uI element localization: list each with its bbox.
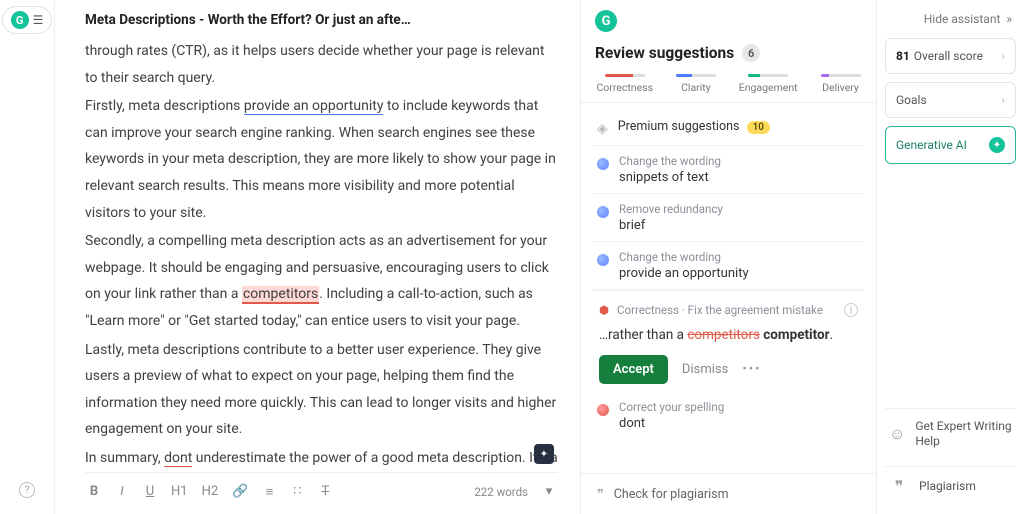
grammarly-logo-icon: G [11,11,29,29]
lightbulb-icon: ✦ [989,137,1005,153]
suggestions-count-badge: 6 [742,44,760,62]
focused-suggestion-card: ⬢ Correctness · Fix the agreement mistak… [593,290,864,392]
h1-button[interactable]: H1 [171,484,188,499]
chevron-right-icon: › [1001,93,1005,107]
link-button[interactable]: 🔗 [232,484,248,499]
diamond-icon: ◈ [597,121,608,137]
suggestion-item[interactable]: Correct your spellingdont [593,392,864,439]
clarity-dot-icon [597,254,609,266]
category-tabs: Correctness Clarity Engagement Delivery [581,74,876,103]
menu-icon: ☰ [33,13,44,27]
agreement-error-highlight[interactable]: competitors [242,286,319,304]
suggestions-panel: G Review suggestions 6 Correctness Clari… [580,0,876,514]
unordered-list-button[interactable]: ∷ [290,484,304,499]
editor-column: Meta Descriptions - Worth the Effort? Or… [55,0,580,514]
person-icon: ☺ [889,424,905,444]
tab-delivery[interactable]: Delivery [821,74,861,94]
italic-button[interactable]: I [115,484,129,499]
dismiss-button[interactable]: Dismiss [682,362,728,377]
word-count[interactable]: 222 words [474,485,528,499]
ai-assistant-fab-icon[interactable]: ✦ [534,444,554,464]
score-value: 81 [896,49,910,63]
clarity-underline[interactable]: provide an opportunity [244,98,384,115]
goals-card[interactable]: Goals › [885,82,1016,118]
clarity-dot-icon [597,158,609,170]
grammarly-pill[interactable]: G ☰ [2,6,53,34]
accept-button[interactable]: Accept [599,355,668,384]
quote-icon: ❞ [597,486,604,502]
document-body[interactable]: through rates (CTR), as it helps users d… [85,38,558,472]
body-text: through rates (CTR), as it helps users d… [85,43,545,86]
expert-help-button[interactable]: ☺ Get Expert Writing Help [885,408,1016,458]
right-rail: Hide assistant » 81 Overall score › Goal… [876,0,1024,514]
hide-assistant-button[interactable]: Hide assistant » [885,8,1016,30]
document-title[interactable]: Meta Descriptions - Worth the Effort? Or… [85,12,558,28]
generative-ai-card[interactable]: Generative AI ✦ [885,126,1016,164]
spelling-error-underline[interactable]: dont [164,450,192,467]
suggestions-title: Review suggestions [595,44,734,62]
info-icon[interactable]: i [844,303,858,317]
overall-score-card[interactable]: 81 Overall score › [885,38,1016,74]
grammarly-logo-icon: G [595,10,617,32]
suggestion-item[interactable]: Change the wordingsnippets of text [593,146,864,194]
chevron-right-icon: » [1006,12,1012,26]
ordered-list-button[interactable]: ≡ [262,484,276,500]
left-rail: G ☰ ? [0,0,55,514]
bold-button[interactable]: B [87,484,101,499]
editor-toolbar: B I U H1 H2 🔗 ≡ ∷ T 222 words ▾ [85,472,558,510]
focus-correction-line: …rather than a competitors competitor. [599,327,858,343]
h2-button[interactable]: H2 [202,484,219,499]
premium-count-badge: 10 [747,121,770,134]
tab-correctness[interactable]: Correctness [596,74,653,94]
quote-icon: ❞ [889,477,909,496]
underline-button[interactable]: U [143,484,157,499]
tab-clarity[interactable]: Clarity [676,74,716,94]
correctness-dot-icon [597,404,609,416]
plagiarism-check-row[interactable]: ❞ Check for plagiarism [581,473,876,514]
chevron-right-icon: › [1001,49,1005,63]
shield-icon: ⬢ [599,303,609,317]
word-count-chevron-icon[interactable]: ▾ [542,484,556,499]
more-options-button[interactable]: ••• [742,362,761,377]
tab-engagement[interactable]: Engagement [739,74,798,94]
premium-suggestions-row[interactable]: ◈ Premium suggestions 10 [593,111,864,146]
suggestion-item[interactable]: Remove redundancybrief [593,194,864,242]
clarity-dot-icon [597,206,609,218]
help-icon[interactable]: ? [19,482,35,498]
focus-category: Correctness · Fix the agreement mistake [617,303,823,317]
plagiarism-button[interactable]: ❞ Plagiarism [885,466,1016,506]
clear-format-button[interactable]: T [318,484,332,499]
suggestion-item[interactable]: Change the wordingprovide an opportunity [593,242,864,290]
